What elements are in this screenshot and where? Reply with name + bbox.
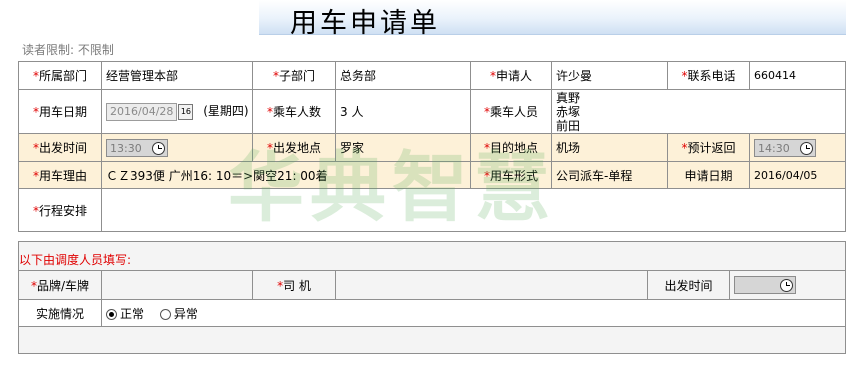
phone-value[interactable]: 660414	[749, 61, 846, 90]
dispatch-note-row: 以下由调度人员填写:	[17, 241, 847, 271]
destination-label: *目的地点	[470, 133, 552, 162]
passenger-count-label: *乘车人数	[252, 89, 336, 134]
driver-label: *司 机	[252, 270, 336, 300]
row-itinerary: *行程安排	[18, 188, 846, 232]
row-depart: *出发时间 13:30 *出发地点 罗家 *目的地点 机场 *预计返回 14:3…	[18, 133, 846, 162]
plate-value[interactable]	[101, 270, 253, 300]
row-dept: *所属部门 经营管理本部 *子部门 总务部 *申请人 许少曼 *联系电话 660…	[18, 61, 846, 90]
passengers-label: *乘车人员	[470, 89, 552, 134]
clock-icon[interactable]	[780, 279, 793, 292]
page-title: 用车申请单	[290, 8, 440, 39]
row-plate: *品牌/车牌 *司 机 出发时间	[18, 270, 847, 300]
subdept-label: *子部门	[252, 61, 336, 90]
dept-value[interactable]: 经营管理本部	[101, 61, 253, 90]
form-type-value[interactable]: 公司派车-单程	[551, 161, 668, 189]
date-field[interactable]: 2016/04/28	[106, 102, 178, 121]
passenger-item: 真野	[556, 90, 581, 105]
reason-value[interactable]: ＣＺ393便 广州16: 10＝>関空21: 00着	[101, 161, 471, 189]
status-abnormal-radio[interactable]	[159, 308, 171, 320]
passenger-item: 前田	[556, 118, 581, 133]
row-status: 实施情况 正常 异常	[18, 299, 847, 327]
destination-value[interactable]: 机场	[551, 133, 668, 162]
passengers-value[interactable]: 真野 赤塚 前田	[551, 89, 846, 134]
row-date: *用车日期 2016/04/28 16 (星期四) *乘车人数 3 人 *乘车人员…	[18, 89, 846, 134]
date-label: *用车日期	[18, 89, 102, 134]
return-label: *预计返回	[667, 133, 750, 162]
return-time-field[interactable]: 14:30	[754, 138, 816, 157]
dispatch-note: 以下由调度人员填写:	[17, 241, 847, 271]
dispatch-depart-label: 出发时间	[647, 270, 730, 300]
reason-label: *用车理由	[18, 161, 102, 189]
calendar-icon[interactable]: 16	[178, 103, 194, 120]
depart-place-label: *出发地点	[252, 133, 336, 162]
depart-time-field[interactable]: 13:30	[106, 138, 168, 157]
status-normal-label: 正常	[120, 306, 145, 321]
dispatch-depart-time-field[interactable]	[734, 276, 796, 294]
itinerary-value[interactable]	[101, 188, 846, 232]
empty-row	[17, 326, 847, 354]
depart-time-cell: 13:30	[101, 133, 253, 162]
apply-date-label: 申请日期	[667, 161, 750, 189]
clock-icon[interactable]	[800, 141, 813, 155]
status-abnormal-label: 异常	[173, 306, 198, 321]
row-reason: *用车理由 ＣＺ393便 广州16: 10＝>関空21: 00着 *用车形式 公…	[18, 161, 846, 189]
phone-label: *联系电话	[667, 61, 750, 90]
clock-icon[interactable]	[152, 141, 165, 155]
dispatch-depart-cell	[728, 270, 847, 300]
form-type-label: *用车形式	[470, 161, 552, 189]
subdept-value[interactable]: 总务部	[335, 61, 471, 90]
applicant-value[interactable]: 许少曼	[551, 61, 668, 90]
depart-time-label: *出发时间	[18, 133, 102, 162]
plate-label: *品牌/车牌	[18, 270, 102, 300]
row-empty	[17, 326, 847, 354]
apply-date-value: 2016/04/05	[749, 161, 846, 189]
dispatch-table: 以下由调度人员填写: *品牌/车牌 *司 机 出发时间 实施情况 正常 异常	[17, 241, 847, 354]
dept-label: *所属部门	[18, 61, 102, 90]
date-cell: 2016/04/28 16 (星期四)	[101, 89, 253, 134]
application-form-table: *所属部门 经营管理本部 *子部门 总务部 *申请人 许少曼 *联系电话 660…	[18, 61, 846, 232]
weekday-text: (星期四)	[203, 104, 249, 119]
status-label: 实施情况	[18, 299, 102, 327]
return-cell: 14:30	[749, 133, 846, 162]
status-options: 正常 异常	[100, 299, 847, 327]
passenger-item: 赤塚	[556, 104, 581, 119]
driver-value[interactable]	[335, 270, 648, 300]
passenger-count-value[interactable]: 3 人	[335, 89, 471, 134]
status-normal-radio[interactable]	[106, 308, 117, 320]
itinerary-label: *行程安排	[18, 188, 102, 232]
applicant-label: *申请人	[470, 61, 552, 90]
reader-limit: 读者限制: 不限制	[22, 43, 114, 57]
depart-place-value[interactable]: 罗家	[335, 133, 471, 162]
